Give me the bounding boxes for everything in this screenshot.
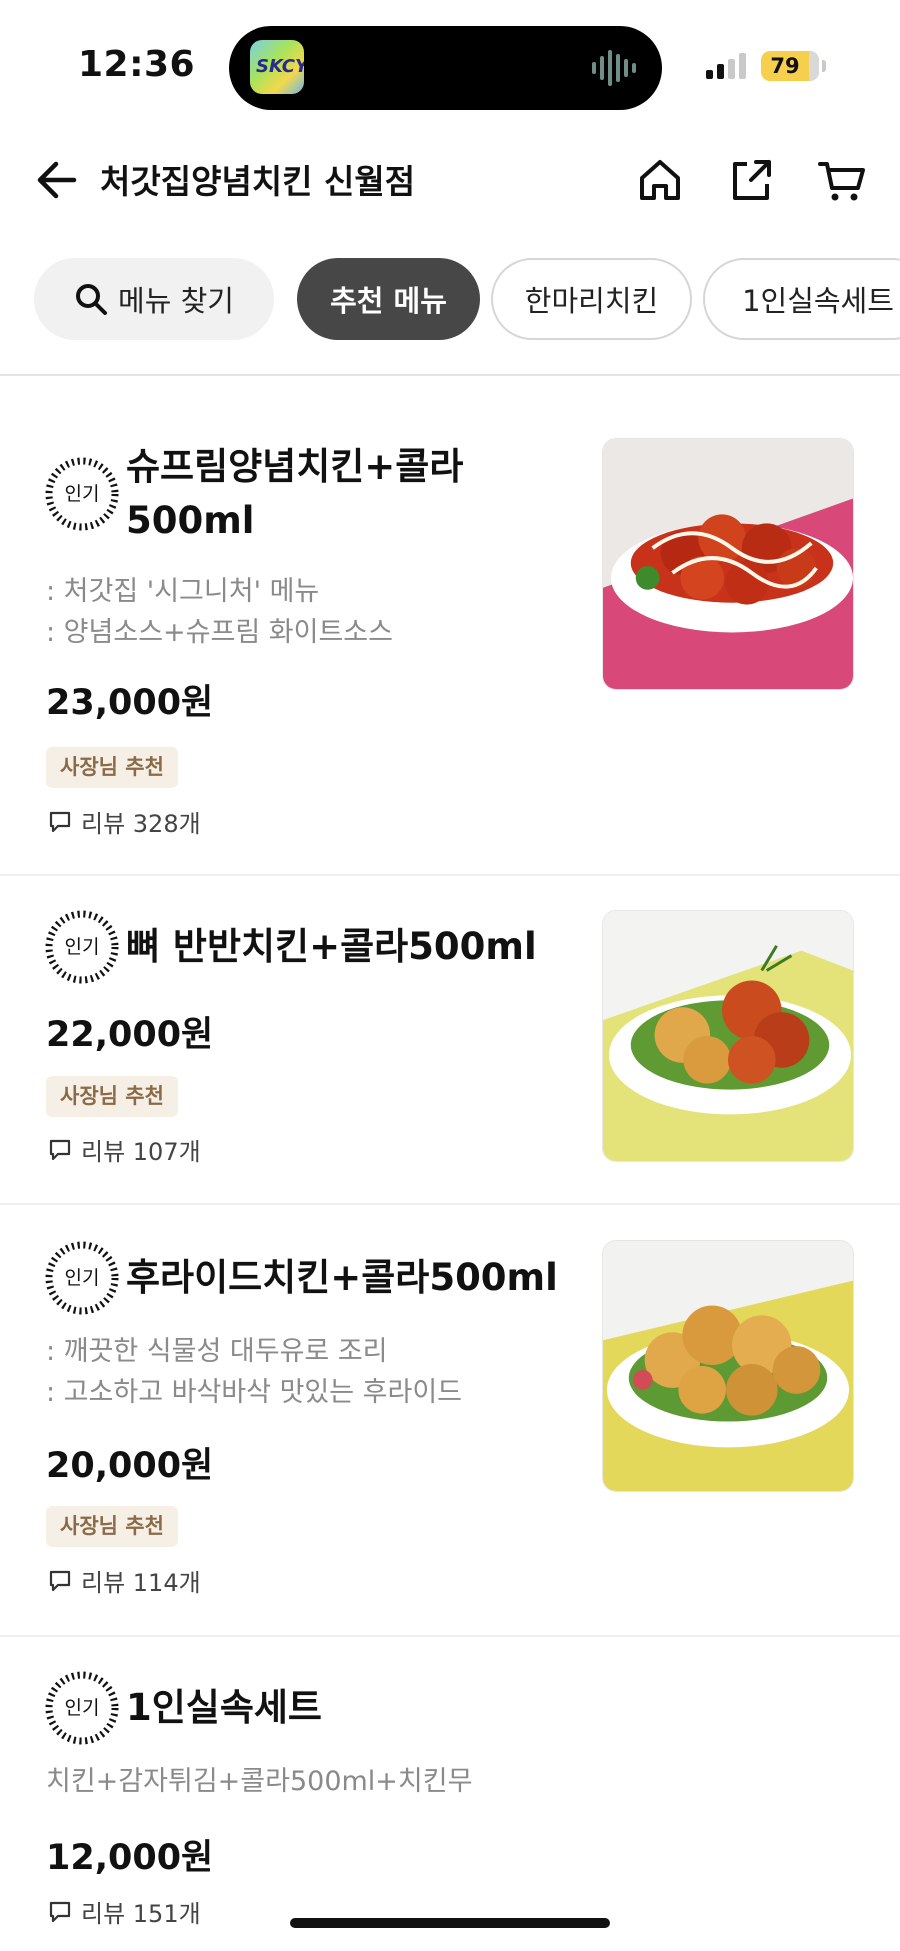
tab-whole-chicken[interactable]: 한마리치킨 <box>491 258 692 340</box>
menu-item-price: 20,000원 <box>46 1446 214 1486</box>
menu-item-name: 슈프림양념치킨+콜라 <box>126 445 464 488</box>
battery-indicator: 79 <box>761 51 826 81</box>
home-indicator[interactable] <box>290 1918 610 1928</box>
island-app-icon: SKCY <box>250 40 304 94</box>
review-count: 리뷰 151개 <box>48 1894 201 1929</box>
menu-item[interactable]: 인기 슈프림양념치킨+콜라 500ml : 처갓집 '시그니처' 메뉴 : 양념… <box>0 376 900 874</box>
owner-recommend-badge: 사장님 추천 <box>46 1076 178 1117</box>
review-count: 리뷰 114개 <box>48 1563 201 1598</box>
category-tabs: 메뉴 찾기 추천 메뉴 한마리치킨 1인실속세트 <box>0 258 900 342</box>
search-icon <box>76 284 108 315</box>
status-bar: 12:36 SKCY 79 <box>0 0 900 130</box>
menu-item-photo <box>602 438 854 690</box>
audio-wave-icon <box>592 50 636 86</box>
menu-item-name: 후라이드치킨+콜라500ml <box>126 1256 558 1299</box>
tab-recommended[interactable]: 추천 메뉴 <box>297 258 480 340</box>
comment-icon <box>49 1570 71 1591</box>
menu-item-description: : 양념소스+슈프림 화이트소스 <box>46 617 393 648</box>
popular-badge: 인기 <box>44 1670 120 1746</box>
menu-item-photo <box>602 910 854 1162</box>
review-count: 리뷰 328개 <box>48 804 201 839</box>
menu-item[interactable]: 인기 후라이드치킨+콜라500ml : 깨끗한 식물성 대두유로 조리 : 고소… <box>0 1205 900 1635</box>
menu-item-price: 12,000원 <box>46 1838 214 1878</box>
store-header: 처갓집양념치킨 신월점 <box>0 140 900 220</box>
comment-icon <box>49 811 71 832</box>
comment-icon <box>49 1139 71 1160</box>
status-time: 12:36 <box>78 44 196 85</box>
cellular-signal-icon <box>706 53 746 79</box>
popular-badge: 인기 <box>44 456 120 532</box>
menu-item[interactable]: 인기 뼈 반반치킨+콜라500ml 22,000원 사장님 추천 리뷰 107개 <box>0 876 900 1203</box>
back-arrow-icon[interactable] <box>34 152 80 208</box>
owner-recommend-badge: 사장님 추천 <box>46 1506 178 1547</box>
menu-item-description: 치킨+감자튀김+콜라500ml+치킨무 <box>46 1766 473 1797</box>
menu-item-price: 22,000원 <box>46 1015 214 1055</box>
page-title: 처갓집양념치킨 신월점 <box>100 162 416 201</box>
comment-icon <box>49 1901 71 1922</box>
menu-item-name: 1인실속세트 <box>126 1686 322 1729</box>
review-count: 리뷰 107개 <box>48 1132 201 1167</box>
menu-item-description: : 깨끗한 식물성 대두유로 조리 <box>46 1336 388 1367</box>
menu-item-description: : 처갓집 '시그니처' 메뉴 <box>46 576 320 607</box>
owner-recommend-badge: 사장님 추천 <box>46 747 178 788</box>
home-icon[interactable] <box>634 154 686 206</box>
menu-item-name-line2: 500ml <box>126 499 255 542</box>
share-icon[interactable] <box>725 154 777 206</box>
menu-search-label: 메뉴 찾기 <box>118 284 234 318</box>
menu-item-photo <box>602 1240 854 1492</box>
menu-item-price: 23,000원 <box>46 683 214 723</box>
menu-item[interactable]: 인기 1인실속세트 치킨+감자튀김+콜라500ml+치킨무 12,000원 리뷰… <box>0 1637 900 1951</box>
tab-single-set[interactable]: 1인실속세트 <box>703 258 900 340</box>
popular-badge: 인기 <box>44 1240 120 1316</box>
cart-icon[interactable] <box>816 154 868 206</box>
menu-item-name: 뼈 반반치킨+콜라500ml <box>126 925 537 968</box>
menu-item-description: : 고소하고 바삭바삭 맛있는 후라이드 <box>46 1377 463 1408</box>
dynamic-island: SKCY <box>229 26 662 110</box>
menu-search-button[interactable]: 메뉴 찾기 <box>34 258 274 340</box>
popular-badge: 인기 <box>44 909 120 985</box>
